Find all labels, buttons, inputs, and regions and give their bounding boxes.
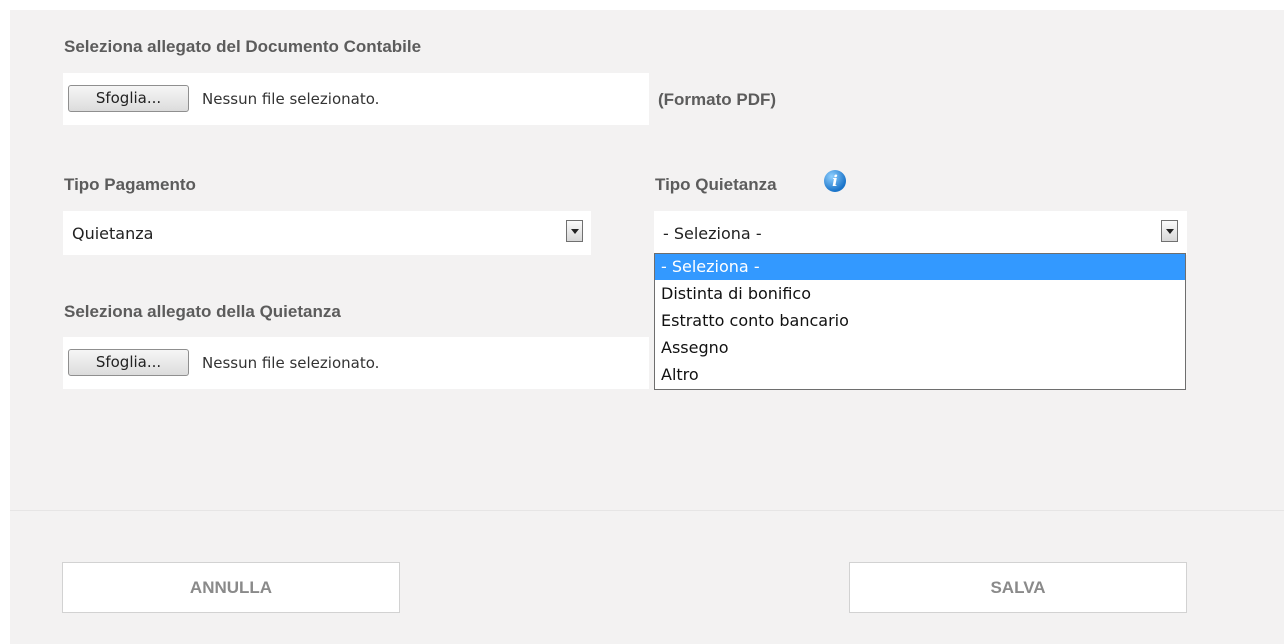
dropdown-option[interactable]: - Seleziona - xyxy=(655,254,1185,280)
payment-type-select[interactable]: Quietanza xyxy=(63,211,591,255)
receipt-type-value: - Seleziona - xyxy=(663,224,762,243)
receipt-file-status: Nessun file selezionato. xyxy=(202,354,380,372)
receipt-browse-button[interactable]: Sfoglia... xyxy=(68,349,189,376)
dropdown-option[interactable]: Assegno xyxy=(655,334,1185,361)
receipt-type-dropdown: - Seleziona - Distinta di bonifico Estra… xyxy=(654,253,1186,390)
document-file-input[interactable]: Sfoglia... Nessun file selezionato. xyxy=(63,73,649,125)
cancel-button[interactable]: ANNULLA xyxy=(62,562,400,613)
payment-type-label: Tipo Pagamento xyxy=(64,175,196,194)
format-note: (Formato PDF) xyxy=(658,90,777,109)
dropdown-option[interactable]: Distinta di bonifico xyxy=(655,280,1185,307)
receipt-file-input[interactable]: Sfoglia... Nessun file selezionato. xyxy=(63,337,649,389)
footer-divider xyxy=(10,510,1284,511)
chevron-down-icon[interactable] xyxy=(566,220,583,242)
chevron-down-icon[interactable] xyxy=(1161,220,1178,242)
receipt-type-label: Tipo Quietanza xyxy=(655,175,777,194)
receipt-type-select[interactable]: - Seleziona - xyxy=(654,211,1187,255)
dropdown-option[interactable]: Altro xyxy=(655,361,1185,388)
document-attachment-label: Seleziona allegato del Documento Contabi… xyxy=(64,37,422,56)
info-icon[interactable]: i xyxy=(824,170,846,192)
save-button[interactable]: SALVA xyxy=(849,562,1187,613)
document-file-status: Nessun file selezionato. xyxy=(202,90,380,108)
payment-type-value: Quietanza xyxy=(72,224,154,243)
document-browse-button[interactable]: Sfoglia... xyxy=(68,85,189,112)
dropdown-option[interactable]: Estratto conto bancario xyxy=(655,307,1185,334)
receipt-attachment-label: Seleziona allegato della Quietanza xyxy=(64,302,341,321)
